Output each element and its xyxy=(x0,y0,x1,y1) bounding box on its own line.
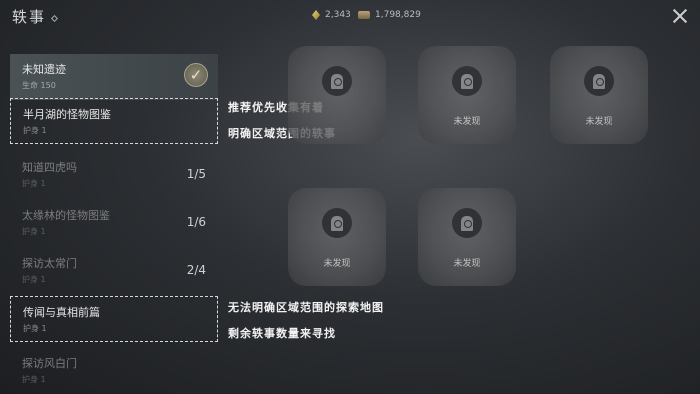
sidebar-item-label: 半月湖的怪物图鉴 xyxy=(23,108,111,121)
sidebar-item-0[interactable]: 未知遗迹 生命 150 ✓ xyxy=(10,54,218,100)
emblem-icon xyxy=(584,66,614,96)
emblem-icon xyxy=(322,208,352,238)
sidebar-item-sub: 护身 1 xyxy=(22,227,46,236)
sidebar-item-label: 太缘林的怪物图鉴 xyxy=(22,209,110,222)
progress-count: 1/6 xyxy=(186,215,206,229)
annotation-line: 无法明确区域范围的探索地图 xyxy=(228,301,384,314)
sidebar-item-sub: 护身 1 xyxy=(23,126,47,135)
sidebar-item-6[interactable]: 探访风白门 护身 1 xyxy=(10,348,218,394)
sidebar-item-sub: 护身 1 xyxy=(22,275,46,284)
card-label: 未发现 xyxy=(453,117,481,127)
sidebar-item-sub: 护身 1 xyxy=(22,179,46,188)
sidebar-item-sub: 生命 150 xyxy=(22,81,56,90)
coin-count: 1,798,829 xyxy=(375,10,421,20)
sidebar-item-3[interactable]: 太缘林的怪物图鉴 护身 1 1/6 xyxy=(10,200,218,246)
currency-coins: 1,798,829 xyxy=(358,10,421,20)
sidebar: 未知遗迹 生命 150 ✓ 半月湖的怪物图鉴 护身 1 知道四虎吗 护身 1 1… xyxy=(0,50,222,394)
card-label: 未发现 xyxy=(453,259,481,269)
anecdote-card-4[interactable]: 未发现 xyxy=(418,188,516,286)
close-button[interactable] xyxy=(672,8,688,24)
currency-gem: 2,343 xyxy=(312,10,351,20)
annotation-tip-2: 无法明确区域范围的探索地图 剩余轶事数量来寻找 xyxy=(228,295,384,347)
sidebar-item-4[interactable]: 探访太常门 护身 1 2/4 xyxy=(10,248,218,294)
sidebar-item-label: 未知遗迹 xyxy=(22,63,66,76)
sidebar-item-5[interactable]: 传闻与真相前篇 护身 1 xyxy=(10,296,218,342)
sidebar-item-label: 探访太常门 xyxy=(22,257,77,270)
sidebar-item-sub: 护身 1 xyxy=(22,375,46,384)
coin-stack-icon xyxy=(358,11,370,19)
card-label: 未发现 xyxy=(323,259,351,269)
gem-icon xyxy=(312,10,320,20)
diamond-icon xyxy=(50,14,59,22)
sidebar-item-label: 知道四虎吗 xyxy=(22,161,77,174)
annotation-line: 剩余轶事数量来寻找 xyxy=(228,327,336,340)
gem-count: 2,343 xyxy=(325,10,351,20)
anecdote-card-3[interactable]: 未发现 xyxy=(288,188,386,286)
card-label: 未发现 xyxy=(585,117,613,127)
progress-count: 1/5 xyxy=(186,167,206,181)
page-title: 轶事 xyxy=(12,6,59,27)
anecdote-card-0[interactable] xyxy=(288,46,386,144)
progress-count: 2/4 xyxy=(186,263,206,277)
sidebar-item-label: 传闻与真相前篇 xyxy=(23,306,100,319)
emblem-icon xyxy=(322,66,352,96)
anecdote-card-1[interactable]: 未发现 xyxy=(418,46,516,144)
emblem-icon xyxy=(452,208,482,238)
sidebar-item-sub: 护身 1 xyxy=(23,324,47,333)
sidebar-item-2[interactable]: 知道四虎吗 护身 1 1/5 xyxy=(10,152,218,198)
sidebar-item-1[interactable]: 半月湖的怪物图鉴 护身 1 xyxy=(10,98,218,144)
check-icon: ✓ xyxy=(184,63,208,87)
emblem-icon xyxy=(452,66,482,96)
sidebar-item-label: 探访风白门 xyxy=(22,357,77,370)
anecdote-card-2[interactable]: 未发现 xyxy=(550,46,648,144)
